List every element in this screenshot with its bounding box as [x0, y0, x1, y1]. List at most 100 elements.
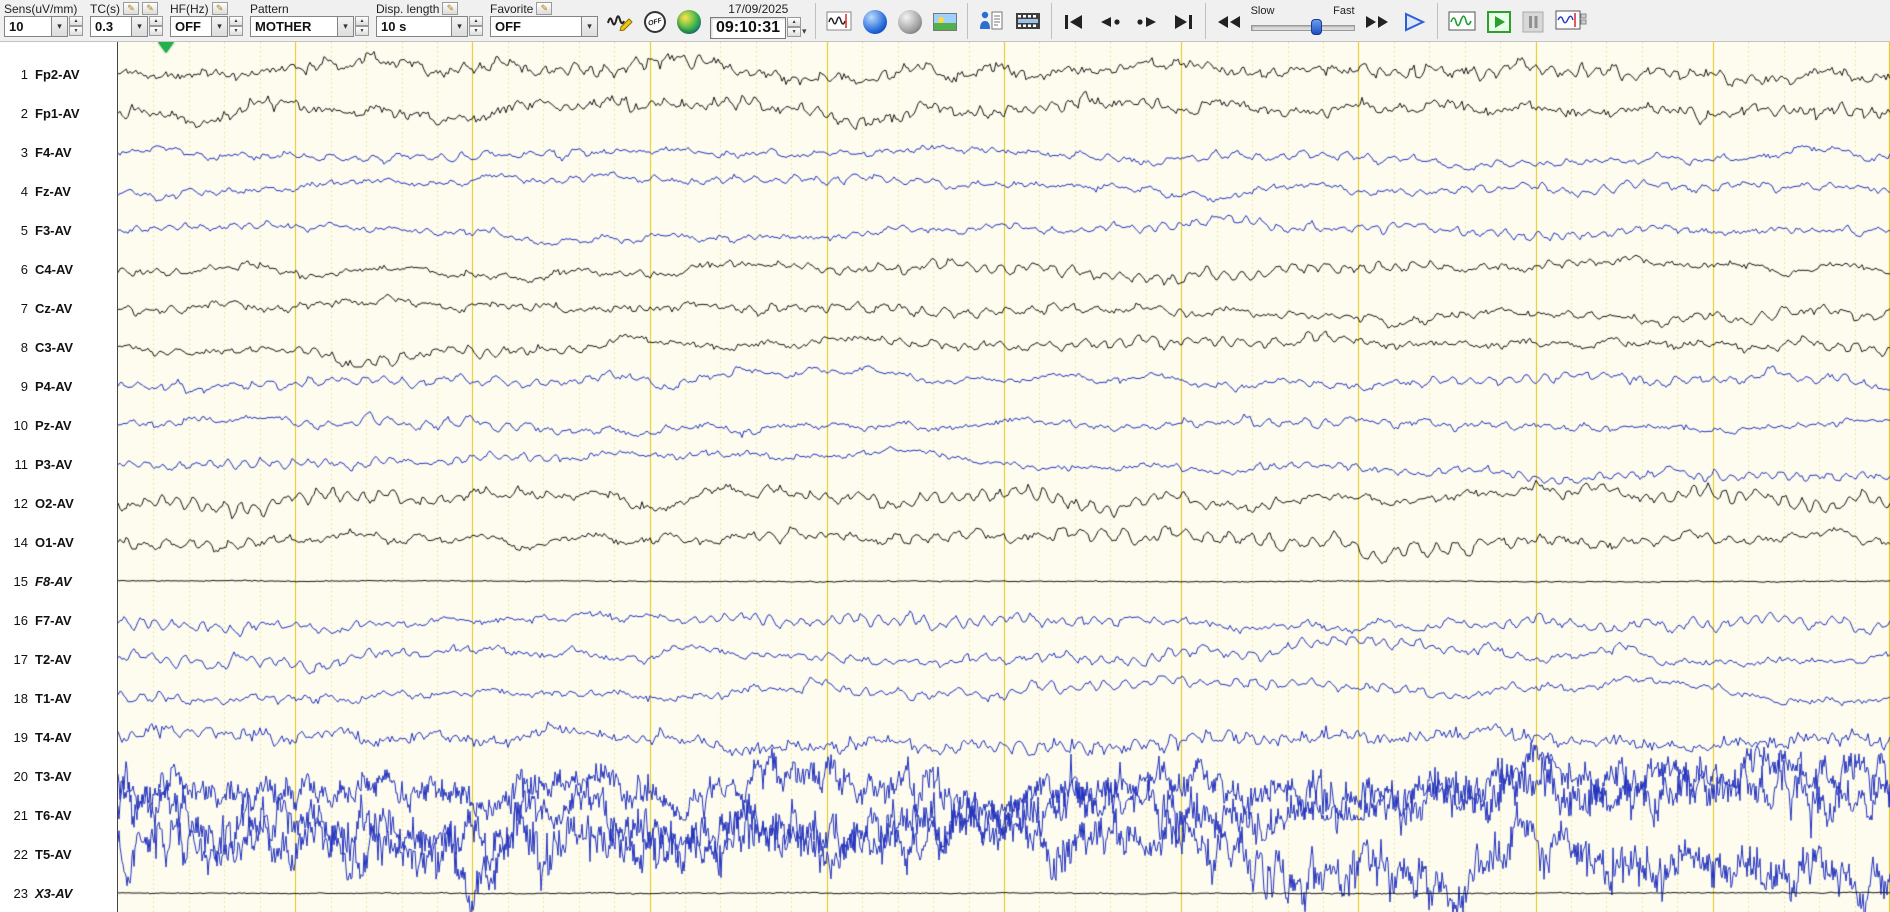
tc-spinner[interactable]: ▲ ▼: [149, 16, 163, 36]
tc-edit2-button[interactable]: ✎: [142, 2, 158, 15]
channel-row[interactable]: 20 T3-AV: [0, 766, 117, 786]
tc-select[interactable]: 0.3 ▾: [90, 16, 148, 37]
head-map-blue-button[interactable]: [861, 7, 889, 37]
disp-length-select[interactable]: 10 s ▾: [376, 16, 468, 37]
channel-row[interactable]: 2 Fp1-AV: [0, 103, 117, 123]
channel-row[interactable]: 6 C4-AV: [0, 259, 117, 279]
hf-label: HF(Hz): [170, 1, 209, 16]
channel-number: 17: [13, 651, 28, 667]
channel-row[interactable]: 7 Cz-AV: [0, 298, 117, 318]
hf-select[interactable]: OFF ▾: [170, 16, 228, 37]
step-forward-button[interactable]: [1132, 7, 1162, 37]
channel-label: F7-AV: [35, 612, 72, 628]
time-spin-up[interactable]: ▲: [787, 17, 802, 27]
channel-row[interactable]: 21 T6-AV: [0, 805, 117, 825]
channel-row[interactable]: 10 Pz-AV: [0, 415, 117, 435]
sens-select[interactable]: 10 ▾: [4, 16, 68, 37]
channel-row[interactable]: 17 T2-AV: [0, 649, 117, 669]
channel-row[interactable]: 1 Fp2-AV: [0, 64, 117, 84]
channel-row[interactable]: 9 P4-AV: [0, 376, 117, 396]
hf-spin-down[interactable]: ▼: [229, 26, 243, 36]
channel-row[interactable]: 19 T4-AV: [0, 727, 117, 747]
step-back-button[interactable]: [1095, 7, 1125, 37]
sens-spin-up[interactable]: ▲: [69, 16, 83, 26]
skip-end-button[interactable]: [1169, 7, 1197, 37]
channel-row[interactable]: 12 O2-AV: [0, 493, 117, 513]
patient-icon: [978, 10, 1004, 35]
off-stamp-button[interactable]: OFF: [641, 7, 669, 37]
channel-number: 2: [20, 105, 28, 121]
channel-label: T2-AV: [35, 651, 72, 667]
disp-length-spin-up[interactable]: ▲: [469, 16, 483, 26]
play-button[interactable]: [1399, 7, 1429, 37]
tc-group: TC(s) ✎ ✎ 0.3 ▾ ▲ ▼: [90, 1, 163, 37]
channel-label: Fz-AV: [35, 183, 71, 199]
skip-start-button[interactable]: [1060, 7, 1088, 37]
time-spin-down[interactable]: ▼: [787, 27, 802, 37]
map-globe-button[interactable]: [675, 7, 703, 37]
pattern-spin-down[interactable]: ▼: [355, 26, 369, 36]
channel-row[interactable]: 14 O1-AV: [0, 532, 117, 552]
channel-row[interactable]: 16 F7-AV: [0, 610, 117, 630]
hf-edit-button[interactable]: ✎: [211, 2, 228, 15]
sens-spinner[interactable]: ▲ ▼: [69, 16, 83, 36]
channel-number: 22: [13, 846, 28, 862]
disp-length-spin-down[interactable]: ▼: [469, 26, 483, 36]
sens-spin-down[interactable]: ▼: [69, 26, 83, 36]
channel-row[interactable]: 22 T5-AV: [0, 844, 117, 864]
pause-gray-button[interactable]: [1520, 7, 1546, 37]
head-map-gray-button[interactable]: [896, 7, 924, 37]
video-button[interactable]: [1013, 7, 1043, 37]
disp-length-edit-button[interactable]: ✎: [442, 2, 459, 15]
tc-edit-button[interactable]: ✎: [123, 2, 139, 15]
disp-length-spinner[interactable]: ▲ ▼: [469, 16, 483, 36]
hf-spin-up[interactable]: ▲: [229, 16, 243, 26]
annotate-wave-button[interactable]: [605, 7, 635, 37]
channel-row[interactable]: 8 C3-AV: [0, 337, 117, 357]
separator: [1436, 3, 1438, 39]
film-icon: [1015, 11, 1041, 34]
wave-pencil-icon: [607, 11, 633, 34]
pattern-spin-up[interactable]: ▲: [355, 16, 369, 26]
channel-label: Fp2-AV: [35, 66, 80, 82]
patient-info-button[interactable]: [976, 7, 1006, 37]
channel-label: P3-AV: [35, 456, 73, 472]
hf-spinner[interactable]: ▲ ▼: [229, 16, 243, 36]
channel-row[interactable]: 11 P3-AV: [0, 454, 117, 474]
channel-label: T6-AV: [35, 807, 72, 823]
channel-row[interactable]: 3 F4-AV: [0, 142, 117, 162]
channel-label: P4-AV: [35, 378, 73, 394]
pattern-spinner[interactable]: ▲ ▼: [355, 16, 369, 36]
wave-frame-button[interactable]: [824, 7, 854, 37]
chevron-down-icon: ▾: [581, 16, 598, 37]
channel-row[interactable]: 15 F8-AV: [0, 571, 117, 591]
speed-track[interactable]: [1250, 19, 1355, 35]
tc-spin-down[interactable]: ▼: [149, 26, 163, 36]
eeg-canvas[interactable]: [118, 42, 1890, 912]
speed-slider[interactable]: Slow Fast: [1250, 5, 1355, 35]
image-icon: [932, 13, 957, 31]
time-spinner[interactable]: ▲ ▼: [787, 17, 802, 37]
image-button[interactable]: [931, 7, 959, 37]
datetime-group: 17/09/2025 09:10:31 ▲ ▼ ▾: [710, 2, 807, 39]
rewind-button[interactable]: [1214, 7, 1244, 37]
monitor-wave-button[interactable]: [1446, 7, 1478, 37]
channel-row[interactable]: 18 T1-AV: [0, 688, 117, 708]
channel-row[interactable]: 4 Fz-AV: [0, 181, 117, 201]
chevron-down-icon: ▾: [211, 16, 228, 37]
pattern-select[interactable]: MOTHER ▾: [250, 16, 354, 37]
chevron-down-icon: ▾: [337, 16, 354, 37]
channel-row[interactable]: 5 F3-AV: [0, 220, 117, 240]
favorite-edit-button[interactable]: ✎: [536, 2, 553, 15]
datetime-caret-icon[interactable]: ▾: [802, 26, 807, 37]
channel-row[interactable]: 23 X3-AV: [0, 883, 117, 903]
toolbar: Sens(uV/mm) 10▾ ▲ ▼ TC(s) ✎ ✎ 0.3▾ ▲ ▼: [0, 0, 1890, 42]
speed-handle[interactable]: [1310, 19, 1322, 35]
tc-spin-up[interactable]: ▲: [149, 16, 163, 26]
run-green-button[interactable]: [1485, 7, 1513, 37]
channel-label: F8-AV: [35, 573, 72, 589]
favorite-select[interactable]: OFF ▾: [490, 16, 598, 37]
review-monitor-button[interactable]: [1553, 7, 1589, 37]
event-marker-green[interactable]: [158, 42, 174, 53]
forward-button[interactable]: [1362, 7, 1392, 37]
